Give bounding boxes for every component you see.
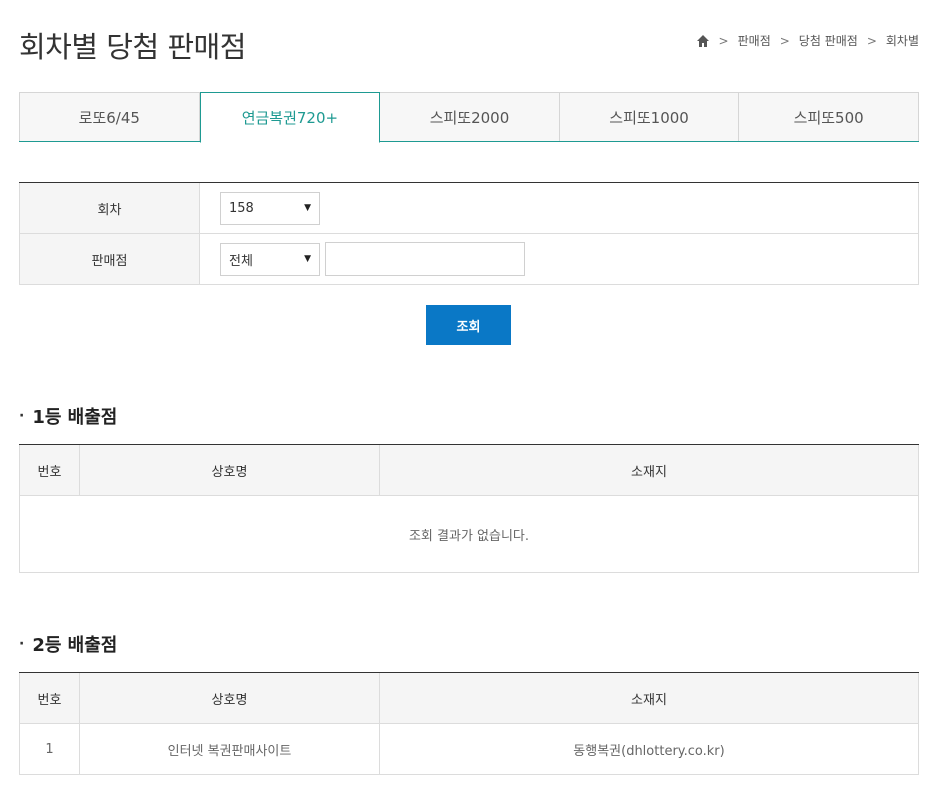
first-prize-title: · 1등 배출점 (19, 403, 117, 429)
round-label: 회차 (19, 183, 200, 233)
col-no: 번호 (19, 445, 80, 495)
second-prize-title-text: 2등 배출점 (32, 635, 118, 656)
col-address: 소재지 (380, 673, 919, 723)
chevron-right-icon: > (718, 33, 729, 48)
chevron-right-icon: > (779, 33, 790, 48)
col-name: 상호명 (80, 673, 380, 723)
tab-speetto1000[interactable]: 스피또1000 (559, 92, 740, 141)
round-select[interactable]: 158 ▼ (220, 191, 320, 225)
table-row: 1 인터넷 복권판매사이트 동행복권(dhlottery.co.kr) (19, 724, 919, 775)
store-filter-select[interactable]: 전체 ▼ (220, 242, 320, 276)
chevron-right-icon: > (866, 33, 877, 48)
bullet-icon: · (19, 636, 25, 652)
second-prize-table: 번호 상호명 소재지 1 인터넷 복권판매사이트 동행복권(dhlottery.… (19, 672, 919, 775)
store-row: 판매점 전체 ▼ (19, 234, 919, 285)
breadcrumb: > 판매점 > 당첨 판매점 > 회차별 (696, 32, 919, 49)
store-search-input[interactable] (325, 242, 525, 276)
first-prize-title-text: 1등 배출점 (32, 407, 118, 428)
table-header: 번호 상호명 소재지 (19, 673, 919, 724)
col-name: 상호명 (80, 445, 380, 495)
col-no: 번호 (19, 673, 80, 723)
col-address: 소재지 (380, 445, 919, 495)
store-label: 판매점 (19, 234, 200, 284)
search-form: 회차 158 ▼ 판매점 전체 ▼ (19, 182, 919, 285)
tab-speetto500[interactable]: 스피또500 (739, 92, 919, 141)
search-button[interactable]: 조회 (426, 305, 511, 345)
round-select-value: 158 (229, 200, 254, 216)
breadcrumb-item-store[interactable]: 판매점 (738, 32, 771, 49)
caret-down-icon: ▼ (304, 254, 311, 264)
second-prize-title: · 2등 배출점 (19, 631, 117, 657)
lottery-tabs: 로또6/45 연금복권720+ 스피또2000 스피또1000 스피또500 (19, 92, 919, 143)
page-title: 회차별 당첨 판매점 (19, 30, 246, 64)
store-filter-value: 전체 (229, 253, 253, 269)
tab-lotto645[interactable]: 로또6/45 (19, 92, 200, 141)
row-no: 1 (19, 724, 80, 774)
empty-result-message: 조회 결과가 없습니다. (19, 496, 919, 573)
caret-down-icon: ▼ (304, 203, 311, 213)
first-prize-table: 번호 상호명 소재지 조회 결과가 없습니다. (19, 444, 919, 573)
breadcrumb-item-winning-store[interactable]: 당첨 판매점 (799, 32, 858, 49)
round-row: 회차 158 ▼ (19, 183, 919, 234)
row-store-name: 인터넷 복권판매사이트 (80, 724, 380, 774)
home-icon[interactable] (696, 34, 710, 48)
breadcrumb-item-by-round[interactable]: 회차별 (886, 32, 919, 49)
tab-pension720[interactable]: 연금복권720+ (199, 92, 381, 143)
table-header: 번호 상호명 소재지 (19, 445, 919, 496)
tab-speetto2000[interactable]: 스피또2000 (380, 92, 560, 141)
row-address: 동행복권(dhlottery.co.kr) (380, 724, 919, 774)
bullet-icon: · (19, 408, 25, 424)
